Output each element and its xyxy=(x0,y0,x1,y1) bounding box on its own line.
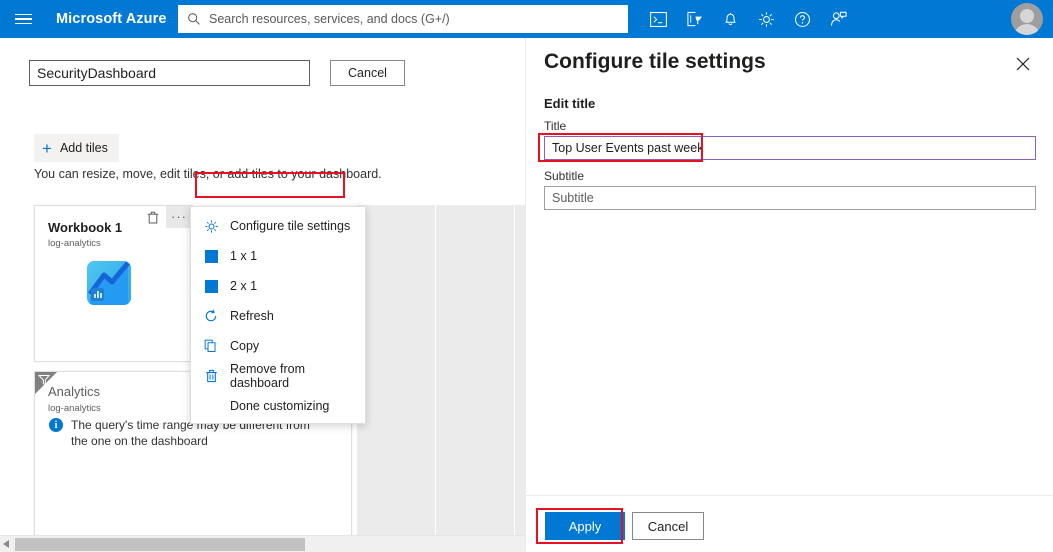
tile-title: Analytics xyxy=(48,384,101,399)
gear-icon xyxy=(203,218,219,234)
tile-actions: ··· xyxy=(140,206,192,228)
context-menu-item-label: 1 x 1 xyxy=(230,249,258,263)
grid-cell[interactable] xyxy=(515,283,525,361)
grid-cell[interactable] xyxy=(436,361,514,439)
hamburger-icon[interactable] xyxy=(4,0,42,38)
avatar-head xyxy=(1020,9,1034,23)
context-menu-item-label: Done customizing xyxy=(230,399,330,413)
configure-tile-settings-blade: Configure tile settings Edit title Title… xyxy=(525,38,1053,552)
grid-cell[interactable] xyxy=(357,439,435,517)
grid-cell[interactable] xyxy=(515,205,525,283)
context-menu-item-label: Copy xyxy=(230,339,260,353)
context-menu-item[interactable]: Remove from dashboard xyxy=(191,361,365,391)
grid-cell[interactable] xyxy=(515,439,525,517)
context-menu-item[interactable]: Configure tile settings xyxy=(191,211,365,241)
trash-icon[interactable] xyxy=(140,206,166,228)
context-menu-item[interactable]: 2 x 1 xyxy=(191,271,365,301)
subtitle-field-label: Subtitle xyxy=(544,169,585,183)
dashboard-cancel-label: Cancel xyxy=(348,66,387,80)
tile-subtitle: log-analytics xyxy=(48,403,101,414)
workbook-chart-icon xyxy=(87,261,131,305)
grid-cell[interactable] xyxy=(436,439,514,517)
grid-cell[interactable] xyxy=(436,517,514,535)
title-field-label: Title xyxy=(544,119,567,133)
feedback-person-icon[interactable] xyxy=(820,0,856,38)
dashboard-canvas: Cancel + Add tiles You can resize, move,… xyxy=(0,38,525,535)
horizontal-scrollbar[interactable] xyxy=(0,535,525,552)
title-input[interactable] xyxy=(544,136,1036,160)
size-square-icon xyxy=(203,248,219,264)
directory-filter-icon[interactable] xyxy=(676,0,712,38)
tile-title: Workbook 1 xyxy=(48,220,123,235)
grid-cell[interactable] xyxy=(357,205,435,283)
avatar-body xyxy=(1014,24,1040,35)
global-header: Microsoft Azure xyxy=(0,0,1053,38)
grid-cell[interactable] xyxy=(357,361,435,439)
apply-button[interactable]: Apply xyxy=(545,512,625,540)
context-menu-item[interactable]: Copy xyxy=(191,331,365,361)
refresh-icon xyxy=(203,308,219,324)
tile-subtitle: log-analytics xyxy=(48,238,101,249)
add-tiles-button[interactable]: + Add tiles xyxy=(34,134,119,162)
context-menu-item[interactable]: Done customizing xyxy=(191,391,365,421)
context-menu-item-label: 2 x 1 xyxy=(230,279,258,293)
grid-cell[interactable] xyxy=(357,517,435,535)
grid-cell[interactable] xyxy=(515,361,525,439)
add-tiles-label: Add tiles xyxy=(59,141,108,155)
header-icon-group xyxy=(640,0,856,38)
scroll-left-arrow-icon[interactable] xyxy=(3,540,9,548)
scrollbar-thumb[interactable] xyxy=(15,538,305,551)
search-input[interactable] xyxy=(207,11,619,27)
context-menu-item[interactable]: 1 x 1 xyxy=(191,241,365,271)
context-menu-item-label: Configure tile settings xyxy=(230,219,351,233)
tile-workbook-1[interactable]: Workbook 1 log-analytics ··· xyxy=(34,205,193,362)
grid-cell[interactable] xyxy=(436,283,514,361)
plus-icon: + xyxy=(42,138,52,158)
user-avatar[interactable] xyxy=(1011,3,1043,35)
search-icon xyxy=(188,13,200,25)
notifications-bell-icon[interactable] xyxy=(712,0,748,38)
dashboard-cancel-button[interactable]: Cancel xyxy=(330,60,405,86)
ellipsis-icon[interactable]: ··· xyxy=(166,206,192,228)
copy-icon xyxy=(203,338,219,354)
edit-title-heading: Edit title xyxy=(544,96,596,111)
blade-footer-divider xyxy=(526,495,1053,496)
grid-cell[interactable] xyxy=(357,283,435,361)
global-search[interactable] xyxy=(178,5,628,33)
grid-cell[interactable] xyxy=(436,205,514,283)
chart-badge-icon xyxy=(91,288,104,301)
blade-cancel-button[interactable]: Cancel xyxy=(632,512,704,540)
size-square-icon xyxy=(203,278,219,294)
dashboard-hint-text: You can resize, move, edit tiles, or add… xyxy=(34,167,382,181)
trash-icon xyxy=(203,368,219,384)
settings-gear-icon[interactable] xyxy=(748,0,784,38)
close-icon[interactable] xyxy=(1010,51,1036,77)
context-menu-item-label: Refresh xyxy=(230,309,274,323)
cloud-shell-icon[interactable] xyxy=(640,0,676,38)
info-icon: i xyxy=(49,418,63,432)
help-question-icon[interactable] xyxy=(784,0,820,38)
context-menu-item[interactable]: Refresh xyxy=(191,301,365,331)
tile-context-menu: Configure tile settings 1 x 1 2 x 1 Refresh… xyxy=(190,206,366,424)
azure-portal-screen: Microsoft Azure Search resources, servic… xyxy=(0,0,1053,552)
dashboard-name-input[interactable] xyxy=(29,60,310,86)
subtitle-input[interactable] xyxy=(544,186,1036,210)
context-menu-item-label: Remove from dashboard xyxy=(230,362,306,390)
blade-title: Configure tile settings xyxy=(544,50,766,73)
grid-cell[interactable] xyxy=(515,517,525,535)
brand-title[interactable]: Microsoft Azure xyxy=(56,11,167,27)
